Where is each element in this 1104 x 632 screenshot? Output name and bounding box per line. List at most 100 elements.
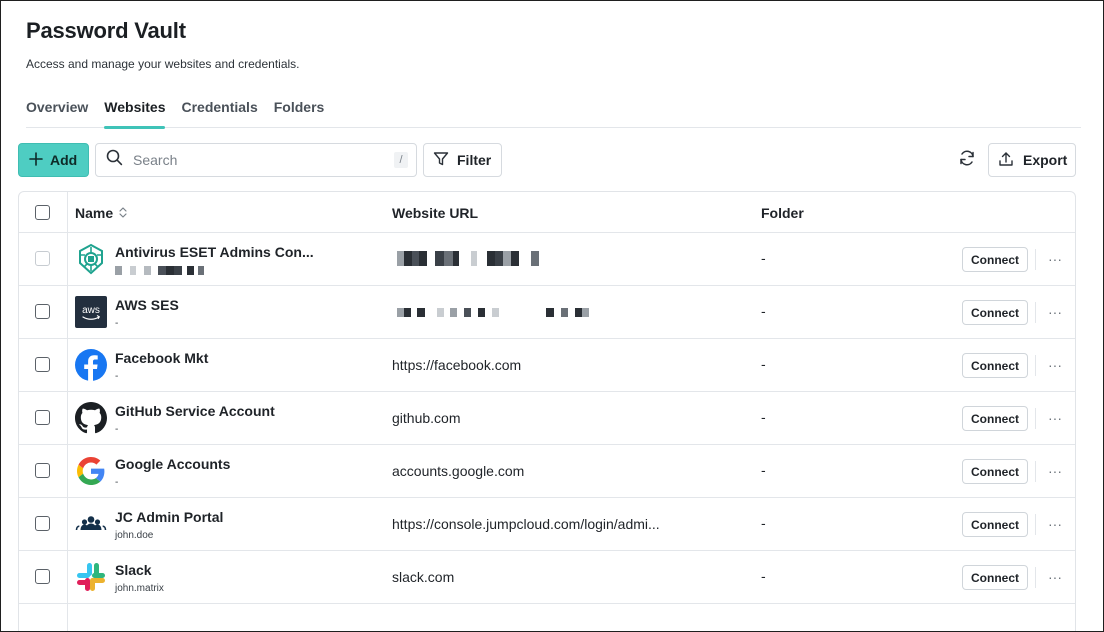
action-divider xyxy=(1035,514,1036,535)
item-username: - xyxy=(115,318,119,329)
table-row[interactable]: JC Admin Portal john.doe https://console… xyxy=(19,498,1075,551)
connect-button[interactable]: Connect xyxy=(962,300,1028,325)
filter-icon xyxy=(433,151,449,170)
github-logo-icon xyxy=(75,402,107,434)
item-name: Google Accounts xyxy=(115,456,231,472)
filter-button-label: Filter xyxy=(457,152,492,168)
item-username: - xyxy=(115,371,119,382)
more-options-icon[interactable]: ··· xyxy=(1045,247,1065,271)
row-checkbox[interactable] xyxy=(35,463,50,478)
search-shortcut-hint: / xyxy=(394,152,408,168)
item-name: GitHub Service Account xyxy=(115,403,275,419)
item-name: Facebook Mkt xyxy=(115,350,209,366)
search-icon xyxy=(106,149,123,171)
search-input[interactable] xyxy=(133,152,383,168)
item-url: https://console.jumpcloud.com/login/admi… xyxy=(392,516,660,532)
page-subtitle: Access and manage your websites and cred… xyxy=(26,57,300,71)
connect-button[interactable]: Connect xyxy=(962,353,1028,378)
item-name: Antivirus ESET Admins Con... xyxy=(115,244,314,260)
item-folder: - xyxy=(761,409,766,425)
item-username: john.matrix xyxy=(115,583,164,594)
export-button-label: Export xyxy=(1023,152,1068,168)
filter-button[interactable]: Filter xyxy=(423,143,502,177)
item-folder: - xyxy=(761,356,766,372)
item-username: john.doe xyxy=(115,530,154,541)
more-options-icon[interactable]: ··· xyxy=(1045,459,1065,483)
item-folder: - xyxy=(761,303,766,319)
item-url: slack.com xyxy=(392,569,455,585)
column-header-name-label: Name xyxy=(75,205,114,221)
row-checkbox[interactable] xyxy=(35,569,50,584)
action-divider xyxy=(1035,408,1036,429)
redacted-url xyxy=(397,308,589,317)
search-box[interactable]: / xyxy=(95,143,417,177)
item-name: Slack xyxy=(115,562,152,578)
item-name: AWS SES xyxy=(115,297,179,313)
eset-logo-icon xyxy=(75,243,107,275)
slack-logo-icon xyxy=(75,561,107,593)
connect-button[interactable]: Connect xyxy=(962,459,1028,484)
tab-websites[interactable]: Websites xyxy=(104,99,166,129)
row-checkbox[interactable] xyxy=(35,516,50,531)
table-header: Name Website URL Folder xyxy=(19,192,1075,233)
redacted-url xyxy=(397,251,539,266)
add-button[interactable]: Add xyxy=(18,143,89,177)
action-divider xyxy=(1035,461,1036,482)
item-username: - xyxy=(115,477,119,488)
connect-button[interactable]: Connect xyxy=(962,512,1028,537)
column-header-name[interactable]: Name xyxy=(75,205,127,221)
refresh-icon xyxy=(958,149,976,172)
table-row[interactable]: Antivirus ESET Admins Con... - Connect ·… xyxy=(19,233,1075,286)
export-button[interactable]: Export xyxy=(988,143,1076,177)
more-options-icon[interactable]: ··· xyxy=(1045,406,1065,430)
tab-credentials[interactable]: Credentials xyxy=(181,99,257,128)
websites-table: Name Website URL Folder Antivirus ESET A… xyxy=(18,191,1076,631)
select-all-checkbox[interactable] xyxy=(35,205,50,220)
more-options-icon[interactable]: ··· xyxy=(1045,565,1065,589)
row-checkbox[interactable] xyxy=(35,304,50,319)
password-vault-window: Password Vault Access and manage your we… xyxy=(0,0,1104,632)
column-header-url: Website URL xyxy=(392,205,479,221)
item-username: - xyxy=(115,424,119,435)
upload-icon xyxy=(998,151,1014,170)
action-divider xyxy=(1035,249,1036,270)
item-name: JC Admin Portal xyxy=(115,509,224,525)
more-options-icon[interactable]: ··· xyxy=(1045,300,1065,324)
page-title: Password Vault xyxy=(26,18,186,43)
action-divider xyxy=(1035,302,1036,323)
item-folder: - xyxy=(761,250,766,266)
connect-button[interactable]: Connect xyxy=(962,247,1028,272)
item-folder: - xyxy=(761,568,766,584)
add-button-label: Add xyxy=(50,152,78,168)
redacted-username xyxy=(115,266,204,275)
facebook-logo-icon xyxy=(75,349,107,381)
action-divider xyxy=(1035,567,1036,588)
more-options-icon[interactable]: ··· xyxy=(1045,353,1065,377)
table-row[interactable]: aws AWS SES - - Connect ··· xyxy=(19,286,1075,339)
more-options-icon[interactable]: ··· xyxy=(1045,512,1065,536)
item-folder: - xyxy=(761,462,766,478)
table-row[interactable]: Slack john.matrix slack.com - Connect ··… xyxy=(19,551,1075,604)
connect-button[interactable]: Connect xyxy=(962,406,1028,431)
row-checkbox[interactable] xyxy=(35,357,50,372)
svg-text:aws: aws xyxy=(82,305,100,316)
table-row[interactable]: Facebook Mkt - https://facebook.com - Co… xyxy=(19,339,1075,392)
table-row[interactable]: Google Accounts - accounts.google.com - … xyxy=(19,445,1075,498)
row-checkbox[interactable] xyxy=(35,410,50,425)
table-row[interactable]: GitHub Service Account - github.com - Co… xyxy=(19,392,1075,445)
tab-folders[interactable]: Folders xyxy=(274,99,325,128)
jumpcloud-logo-icon xyxy=(75,508,107,540)
tab-bar: Overview Websites Credentials Folders xyxy=(26,99,1081,129)
item-url: accounts.google.com xyxy=(392,463,525,479)
sort-icon[interactable] xyxy=(119,205,127,221)
connect-button[interactable]: Connect xyxy=(962,565,1028,590)
tab-overview[interactable]: Overview xyxy=(26,99,88,128)
action-divider xyxy=(1035,355,1036,376)
item-folder: - xyxy=(761,515,766,531)
refresh-button[interactable] xyxy=(954,148,980,172)
google-logo-icon xyxy=(75,455,107,487)
aws-logo-icon: aws xyxy=(75,296,107,328)
plus-icon xyxy=(29,151,43,169)
row-checkbox[interactable] xyxy=(35,251,50,266)
item-url: github.com xyxy=(392,410,461,426)
